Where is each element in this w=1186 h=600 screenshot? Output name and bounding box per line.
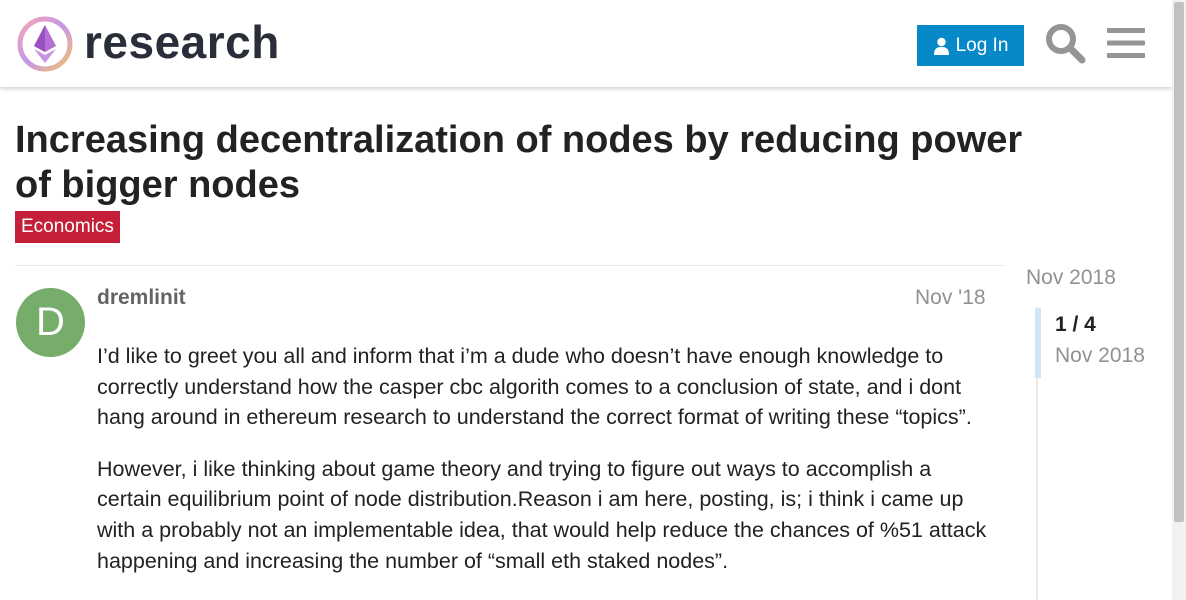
scrollbar-thumb[interactable]	[1174, 2, 1184, 522]
timeline-position: 1 / 4	[1055, 313, 1096, 336]
category-badge[interactable]: Economics	[15, 211, 120, 243]
post-paragraph: However, i like thinking about game theo…	[97, 456, 987, 573]
login-button-label: Log In	[955, 34, 1009, 56]
post-paragraph: I’d like to greet you all and inform tha…	[97, 344, 972, 430]
ethereum-research-logo-icon[interactable]	[16, 15, 74, 73]
login-button[interactable]: Log In	[917, 25, 1024, 66]
search-icon[interactable]	[1044, 22, 1086, 64]
post-username[interactable]: dremlinit	[97, 286, 186, 310]
site-header: research Log In	[0, 0, 1172, 87]
page-scrollbar[interactable]	[1172, 0, 1186, 600]
user-icon	[933, 37, 949, 55]
timeline-start-date[interactable]: Nov 2018	[1026, 266, 1116, 290]
timeline-position-date: Nov 2018	[1055, 344, 1145, 367]
topic-title[interactable]: Increasing decentralization of nodes by …	[15, 118, 1055, 208]
site-logo-text[interactable]: research	[84, 14, 280, 70]
post-body: I’d like to greet you all and inform tha…	[97, 341, 992, 597]
hamburger-menu-icon[interactable]	[1107, 25, 1145, 61]
post-date[interactable]: Nov '18	[915, 286, 986, 310]
topic-divider	[15, 265, 1005, 266]
avatar[interactable]: D	[16, 288, 85, 357]
timeline-handle[interactable]	[1035, 308, 1041, 378]
